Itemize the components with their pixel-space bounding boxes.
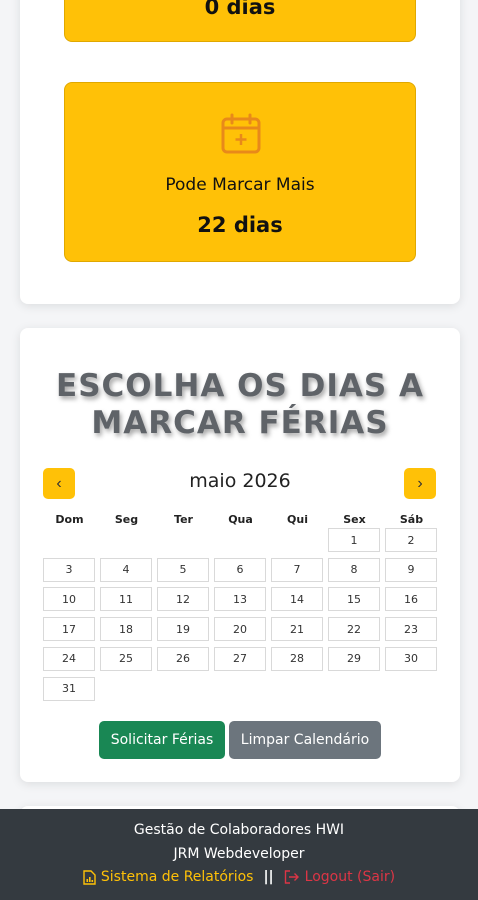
weekday-label: Dom <box>55 513 84 526</box>
days-available-box: Pode Marcar Mais 22 dias <box>64 82 416 262</box>
weekday-label: Seg <box>114 513 139 526</box>
calendar-heading-line2: MARCAR FÉRIAS <box>91 405 389 441</box>
clear-calendar-button[interactable]: Limpar Calendário <box>229 721 381 759</box>
reports-link-label: Sistema de Relatórios <box>100 869 254 885</box>
weekday-header: Dom Seg Ter Qua Qui Sex Sáb <box>43 513 437 529</box>
calendar-day[interactable]: 3 <box>43 557 95 582</box>
next-month-button[interactable]: › <box>404 468 436 499</box>
calendar-day[interactable]: 18 <box>100 617 152 642</box>
calendar-day[interactable]: 14 <box>271 587 323 612</box>
weekday-label: Sex <box>343 513 366 526</box>
calendar-day[interactable]: 24 <box>43 646 95 671</box>
calendar-plus-icon <box>221 113 261 154</box>
calendar-day[interactable]: 12 <box>157 587 209 612</box>
chevron-right-icon: › <box>417 474 423 492</box>
calendar-day[interactable]: 15 <box>328 587 380 612</box>
logout-link[interactable]: Logout (Sair) <box>284 869 395 885</box>
calendar-day[interactable]: 6 <box>214 557 266 582</box>
calendar-day[interactable]: 11 <box>100 587 152 612</box>
chevron-left-icon: ‹ <box>56 474 62 492</box>
calendar-day[interactable]: 8 <box>328 557 380 582</box>
calendar-heading: ESCOLHA OS DIAS A MARCAR FÉRIAS <box>20 368 460 442</box>
footer-separator: || <box>263 869 274 885</box>
calendar-grid: 1 2 3 4 5 6 7 8 9 10 11 12 13 14 15 16 17 18 19 20 21 22 23 24 2… <box>43 528 437 708</box>
calendar-day[interactable]: 22 <box>328 617 380 642</box>
calendar-day[interactable]: 16 <box>385 587 437 612</box>
days-available-value: 22 dias <box>197 213 283 237</box>
calendar-day[interactable]: 10 <box>43 587 95 612</box>
calendar-day[interactable]: 29 <box>328 646 380 671</box>
footer: Gestão de Colaboradores HWI JRM Webdevel… <box>0 809 478 900</box>
calendar-day[interactable]: 31 <box>43 676 95 701</box>
days-available-label: Pode Marcar Mais <box>165 175 315 195</box>
calendar-day[interactable]: 21 <box>271 617 323 642</box>
calendar-day[interactable]: 30 <box>385 646 437 671</box>
month-title: maio 2026 <box>189 470 291 492</box>
calendar-card: ESCOLHA OS DIAS A MARCAR FÉRIAS ‹ maio 2… <box>20 328 460 782</box>
calendar-day[interactable]: 1 <box>328 528 380 552</box>
calendar-day[interactable]: 7 <box>271 557 323 582</box>
calendar-day[interactable]: 28 <box>271 646 323 671</box>
footer-app-name: Gestão de Colaboradores HWI <box>133 822 345 838</box>
calendar-day[interactable]: 17 <box>43 617 95 642</box>
weekday-label: Qua <box>228 513 253 526</box>
calendar-day[interactable]: 19 <box>157 617 209 642</box>
calendar-day[interactable]: 27 <box>214 646 266 671</box>
footer-developer: JRM Webdeveloper <box>173 846 305 862</box>
calendar-day[interactable]: 9 <box>385 557 437 582</box>
report-chart-icon <box>83 869 96 885</box>
request-vacation-button[interactable]: Solicitar Férias <box>99 721 225 759</box>
calendar-day[interactable]: 2 <box>385 528 437 552</box>
weekday-label: Sáb <box>399 513 424 526</box>
calendar-day[interactable]: 13 <box>214 587 266 612</box>
calendar-day[interactable]: 20 <box>214 617 266 642</box>
prev-month-button[interactable]: ‹ <box>43 468 75 499</box>
calendar-day[interactable]: 25 <box>100 646 152 671</box>
days-taken-value: 0 dias <box>204 0 276 19</box>
days-taken-box: 0 dias <box>64 0 416 42</box>
stats-card: 0 dias Pode Marcar Mais 22 dias <box>20 0 460 304</box>
calendar-day[interactable]: 5 <box>157 557 209 582</box>
reports-link[interactable]: Sistema de Relatórios <box>83 869 254 885</box>
calendar-day[interactable]: 26 <box>157 646 209 671</box>
calendar-day[interactable]: 4 <box>100 557 152 582</box>
weekday-label: Ter <box>174 513 193 526</box>
calendar-day[interactable]: 23 <box>385 617 437 642</box>
weekday-label: Qui <box>287 513 308 526</box>
footer-links: Sistema de Relatórios || Logout (Sair) <box>0 869 478 885</box>
logout-link-label: Logout (Sair) <box>304 869 396 885</box>
calendar-heading-line1: ESCOLHA OS DIAS A <box>56 368 424 404</box>
logout-icon <box>284 870 299 884</box>
